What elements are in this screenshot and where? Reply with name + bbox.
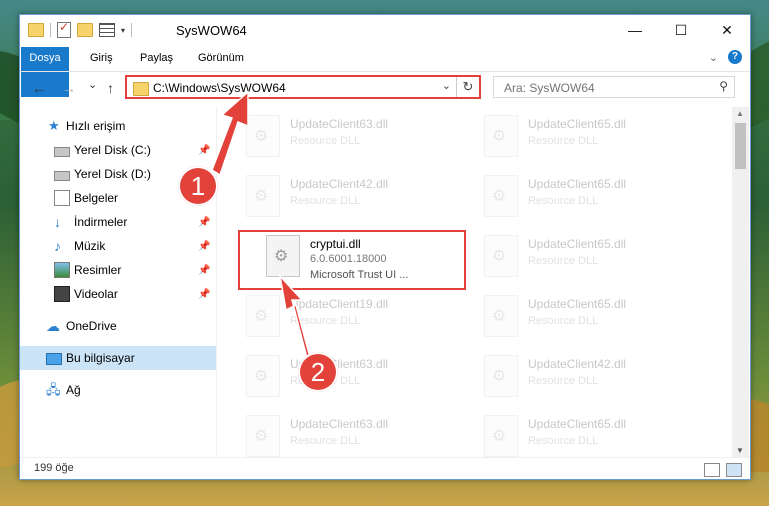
pin-icon: 📌	[198, 240, 211, 252]
up-button[interactable]: ↑	[107, 80, 114, 96]
list-item[interactable]: UpdateClient42.dll Resource DLL	[480, 351, 700, 401]
videos-icon	[54, 286, 70, 302]
recent-locations-button[interactable]: ⌄	[88, 78, 97, 91]
pin-icon: 📌	[198, 288, 211, 300]
sidebar-item-videos[interactable]: Videolar 📌	[20, 282, 216, 306]
list-item[interactable]: UpdateClient65.dll Resource DLL	[480, 231, 700, 281]
sidebar-item-quick-access[interactable]: ★ Hızlı erişim	[20, 114, 216, 138]
cloud-icon: ☁	[46, 318, 60, 334]
pictures-icon	[54, 262, 70, 278]
address-dropdown-icon[interactable]: ⌄	[442, 79, 451, 92]
list-item[interactable]: UpdateClient65.dll Resource DLL	[480, 411, 700, 457]
music-icon: ♪	[54, 238, 61, 254]
navigation-bar: ← → ⌄ ↑ C:\Windows\SysWOW64 ⌄ ↻ ⚲	[20, 71, 750, 106]
dll-file-icon	[484, 355, 518, 397]
step-1-badge: 1	[178, 166, 218, 206]
vertical-scrollbar[interactable]: ▲ ▼	[732, 107, 749, 457]
dll-file-icon	[246, 415, 280, 457]
list-item[interactable]: UpdateClient63.dll Resource DLL	[242, 351, 462, 401]
tab-home[interactable]: Giriş	[82, 47, 121, 69]
sidebar-item-music[interactable]: ♪ Müzik 📌	[20, 234, 216, 258]
network-icon: 🖧	[46, 382, 61, 397]
search-icon[interactable]: ⚲	[719, 79, 728, 93]
customize-toolbar-icon[interactable]: ▾	[121, 26, 125, 35]
expand-ribbon-icon[interactable]: ⌄	[709, 51, 718, 64]
tab-view[interactable]: Görünüm	[190, 47, 252, 69]
sidebar-item-onedrive[interactable]: ☁ OneDrive	[20, 314, 216, 338]
dll-file-icon	[484, 295, 518, 337]
folder-icon	[28, 23, 44, 37]
dll-file-icon	[246, 295, 280, 337]
new-folder-icon[interactable]	[77, 23, 93, 37]
title-bar: ▾ SysWOW64 — ☐ ✕	[20, 15, 750, 47]
scroll-down-icon[interactable]: ▼	[736, 446, 744, 455]
list-item[interactable]: UpdateClient65.dll Resource DLL	[480, 171, 700, 221]
cryptui-highlight-box	[238, 230, 466, 290]
window-title: SysWOW64	[176, 23, 247, 38]
pin-icon: 📌	[198, 216, 211, 228]
address-bar[interactable]: C:\Windows\SysWOW64 ⌄ ↻	[125, 75, 481, 99]
dll-file-icon	[484, 175, 518, 217]
tab-share[interactable]: Paylaş	[132, 47, 181, 69]
refresh-button[interactable]: ↻	[456, 77, 479, 97]
list-item[interactable]: UpdateClient42.dll Resource DLL	[242, 171, 462, 221]
close-button[interactable]: ✕	[704, 15, 750, 45]
dll-file-icon	[484, 115, 518, 157]
list-item[interactable]: UpdateClient19.dll Resource DLL	[242, 291, 462, 341]
dll-file-icon	[246, 355, 280, 397]
dll-file-icon	[484, 415, 518, 457]
forward-button[interactable]: →	[62, 80, 76, 96]
document-icon	[54, 190, 70, 206]
status-bar: 199 öğe	[20, 457, 750, 480]
sidebar-item-local-disk-c[interactable]: Yerel Disk (C:) 📌	[20, 138, 216, 162]
back-button[interactable]: ←	[32, 80, 46, 96]
navigation-pane: ★ Hızlı erişim Yerel Disk (C:) 📌 Yerel D…	[20, 107, 217, 457]
list-item[interactable]: UpdateClient63.dll Resource DLL	[242, 411, 462, 457]
properties-check-icon[interactable]	[57, 20, 71, 38]
step-2-badge: 2	[298, 352, 338, 392]
scroll-up-icon[interactable]: ▲	[736, 109, 744, 118]
list-item[interactable]: UpdateClient65.dll Resource DLL	[480, 291, 700, 341]
details-view-icon[interactable]	[704, 463, 720, 477]
download-icon: ↓	[54, 214, 61, 230]
drive-icon	[54, 170, 70, 181]
drive-icon	[54, 146, 70, 157]
ribbon-tabs: Dosya Giriş Paylaş Görünüm ⌄ ?	[20, 47, 750, 97]
pin-icon: 📌	[198, 264, 211, 276]
properties-icon[interactable]	[99, 23, 115, 37]
large-icons-view-icon[interactable]	[726, 463, 742, 477]
list-item[interactable]: UpdateClient63.dll Resource DLL	[242, 111, 462, 161]
dll-file-icon	[246, 175, 280, 217]
address-path[interactable]: C:\Windows\SysWOW64	[153, 81, 286, 95]
help-icon[interactable]: ?	[728, 50, 742, 64]
computer-icon	[46, 353, 62, 365]
pin-icon: 📌	[198, 144, 211, 156]
search-box[interactable]: ⚲	[493, 76, 735, 98]
sidebar-item-pictures[interactable]: Resimler 📌	[20, 258, 216, 282]
maximize-button[interactable]: ☐	[658, 15, 704, 45]
list-item[interactable]: UpdateClient65.dll Resource DLL	[480, 111, 700, 161]
dll-file-icon	[484, 235, 518, 277]
search-input[interactable]	[502, 80, 706, 96]
quick-access-toolbar: ▾	[28, 20, 133, 38]
sidebar-item-downloads[interactable]: ↓ İndirmeler 📌	[20, 210, 216, 234]
item-count: 199 öğe	[34, 462, 74, 474]
dll-file-icon	[246, 115, 280, 157]
folder-icon	[133, 82, 149, 96]
star-icon: ★	[48, 118, 60, 133]
minimize-button[interactable]: —	[612, 15, 658, 45]
scrollbar-thumb[interactable]	[735, 123, 746, 169]
sidebar-item-this-pc[interactable]: Bu bilgisayar	[20, 346, 216, 370]
sidebar-item-network[interactable]: 🖧 Ağ	[20, 378, 216, 402]
